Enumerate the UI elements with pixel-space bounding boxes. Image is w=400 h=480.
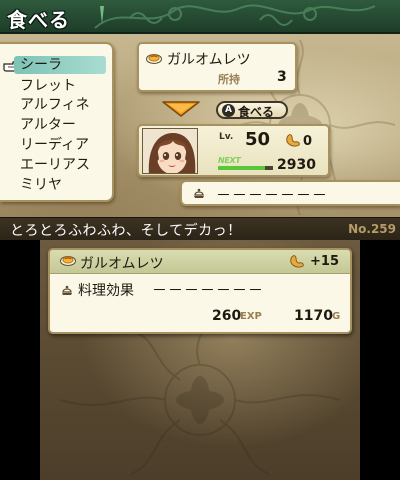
food-detail-header: ガルオムレツ +15 [50,250,350,274]
character-item-alter[interactable]: アルター [20,116,106,134]
next-exp-bar [218,166,273,170]
page-title: 食べる [7,8,70,32]
eat-button[interactable]: A 食べる [216,101,288,119]
food-number: No.259 [348,222,396,236]
exp-reward-value: 260 [212,308,242,324]
level-value: 50 [245,129,271,150]
character-item-miriya[interactable]: ミリヤ [20,176,106,194]
gold-reward-value: 1170 [294,308,333,324]
stomach-icon [286,134,300,147]
omelette-dish-icon [146,54,162,64]
next-exp-label: NEXT [218,156,241,165]
cooking-effect-value: －－－－－－－ [152,281,265,299]
character-item-elias[interactable]: エーリアス [20,156,106,174]
down-arrow-icon [162,101,200,117]
level-label: Lv. [219,132,234,142]
character-item-alfine[interactable]: アルフィネ [20,96,106,114]
next-exp-bar-fill [218,166,265,170]
cooking-effect-icon [62,285,72,295]
gold-unit-label: G [332,311,341,322]
owned-count: 3 [277,69,287,85]
a-button-icon: A [222,104,235,117]
selected-food-panel: ガルオムレツ 所持 3 [137,42,297,92]
cooking-effect-label: 料理効果 [78,283,134,299]
stomach-value: 0 [303,134,313,149]
owned-label: 所持 [218,73,240,86]
character-item-fret[interactable]: フレット [20,77,106,95]
bottom-screen: ガルオムレツ +15 料理効果 －－－－－－－ 260 EXP 1170 G [40,240,360,480]
character-item-lydia[interactable]: リーディア [20,136,106,154]
stomach-gain-value: +15 [310,254,339,269]
character-portrait [142,128,198,174]
cooking-effect-icon [194,188,204,198]
character-item-sheila[interactable]: シーラ [14,56,106,74]
stomach-icon [290,255,304,268]
character-info-panel: Lv. 50 0 NEXT 2930 [137,124,330,177]
character-list: シーラ フレット アルフィネ アルター リーディア エーリアス ミリヤ [0,42,114,202]
description-bar: とろとろふわふわ、そしてデカっ！ No.259 [0,217,400,240]
character-portrait-image [143,129,197,173]
floral-pattern-decoration-bottom [59,320,341,476]
title-bar: 食べる [0,0,400,34]
cooking-effect-strip: －－－－－－－ [180,180,400,206]
cooking-effect-value: －－－－－－－ [216,186,329,204]
food-detail-panel: ガルオムレツ +15 料理効果 －－－－－－－ 260 EXP 1170 G [48,248,352,334]
omelette-dish-icon [60,256,76,266]
food-detail-name: ガルオムレツ [80,256,164,272]
top-screen: 食べる シーラ フレット アルフィネ アルター リーディア エーリアス ミリヤ … [0,0,400,240]
exp-unit-label: EXP [240,311,262,322]
food-description: とろとろふわふわ、そしてデカっ！ [10,223,242,239]
food-name: ガルオムレツ [167,52,251,68]
next-exp-value: 2930 [277,157,316,173]
eat-button-label: 食べる [238,105,275,119]
